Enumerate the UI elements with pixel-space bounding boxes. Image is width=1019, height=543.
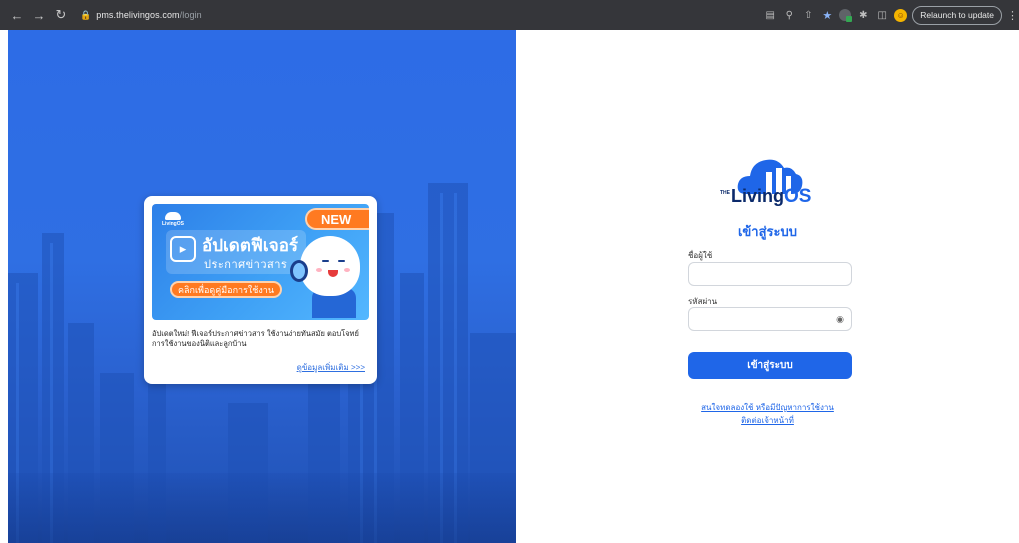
promo-banner[interactable]: LivingOS NEW ▸ อัปเดตฟีเจอร์ ประกาศข่าวส… [152, 204, 369, 320]
hero-panel: LivingOS NEW ▸ อัปเดตฟีเจอร์ ประกาศข่าวส… [8, 30, 516, 543]
login-panel: THELivingOS เข้าสู่ระบบ ชื่อผู้ใช้ รหัสผ… [516, 30, 1019, 543]
banner-logo: LivingOS [162, 212, 184, 227]
login-button[interactable]: เข้าสู่ระบบ [688, 352, 852, 379]
back-icon[interactable]: ← [8, 6, 26, 24]
read-more-link[interactable]: ดูข้อมูลเพิ่มเติม >>> [297, 361, 365, 374]
new-badge: NEW [305, 208, 369, 230]
mascot-cheek [344, 268, 350, 272]
trial-support-link[interactable]: สนใจทดลองใช้ หรือมีปัญหาการใช้งาน [516, 401, 1019, 414]
mascot-megaphone [290, 260, 308, 282]
promo-description: อัปเดตใหม่! ฟีเจอร์ประกาศข่าวสาร ใช้งานง… [152, 329, 359, 348]
logo-living: Living [731, 186, 784, 206]
login-title: เข้าสู่ระบบ [737, 224, 798, 239]
promo-card: LivingOS NEW ▸ อัปเดตฟีเจอร์ ประกาศข่าวส… [144, 196, 377, 384]
url-path: /login [179, 10, 202, 20]
translate-icon[interactable]: ▤ [763, 8, 777, 22]
profile-avatar-icon[interactable]: ☺ [894, 8, 908, 22]
mascot-cheek [316, 268, 322, 272]
username-input[interactable] [688, 262, 852, 286]
password-input[interactable]: ◉ [688, 307, 852, 331]
contact-staff-link[interactable]: ติดต่อเจ้าหน้าที่ [516, 414, 1019, 427]
mascot-image [300, 236, 360, 296]
relaunch-button[interactable]: Relaunch to update [912, 5, 1002, 25]
mascot-mouth [328, 270, 338, 277]
lock-icon[interactable]: 🔒 [80, 10, 91, 21]
browser-toolbar: ← → ↻ 🔒 pms.thelivingos.com/login ▤ ⚲ ⇧ … [0, 0, 1019, 30]
banner-subtitle: ประกาศข่าวสาร [204, 259, 288, 271]
menu-kebab-icon[interactable]: ⋮ [1007, 9, 1018, 22]
bookmark-star-icon[interactable]: ★ [820, 8, 834, 22]
forward-icon[interactable]: → [30, 6, 48, 24]
logo-the: THE [720, 190, 730, 196]
mascot-eye [338, 260, 345, 262]
banner-manual-button[interactable]: คลิกเพื่อดูคู่มือการใช้งาน [170, 281, 282, 298]
side-panel-icon[interactable]: ◫ [875, 8, 889, 22]
puzzle-icon[interactable]: ✱ [856, 8, 870, 22]
username-label: ชื่อผู้ใช้ [688, 251, 713, 260]
livingos-logo: THELivingOS [720, 154, 811, 216]
zoom-icon[interactable]: ⚲ [782, 8, 796, 22]
show-password-eye-icon[interactable]: ◉ [835, 314, 845, 324]
logo-wordmark: THELivingOS [720, 186, 820, 208]
address-bar[interactable]: pms.thelivingos.com/login [96, 10, 202, 20]
mascot-eye [322, 260, 329, 262]
share-icon[interactable]: ⇧ [801, 8, 815, 22]
extension-icon[interactable] [839, 9, 853, 22]
url-host: pms.thelivingos.com [96, 10, 180, 20]
megaphone-icon: ▸ [170, 236, 196, 262]
logo-os: OS [784, 186, 812, 207]
banner-logo-text: LivingOS [162, 221, 184, 227]
cloud-logo-icon [164, 212, 181, 220]
browser-actions: ▤ ⚲ ⇧ ★ ✱ ◫ ☺ Relaunch to update ⋮ [763, 0, 1018, 30]
river-overlay [8, 473, 516, 543]
reload-icon[interactable]: ↻ [52, 6, 70, 24]
